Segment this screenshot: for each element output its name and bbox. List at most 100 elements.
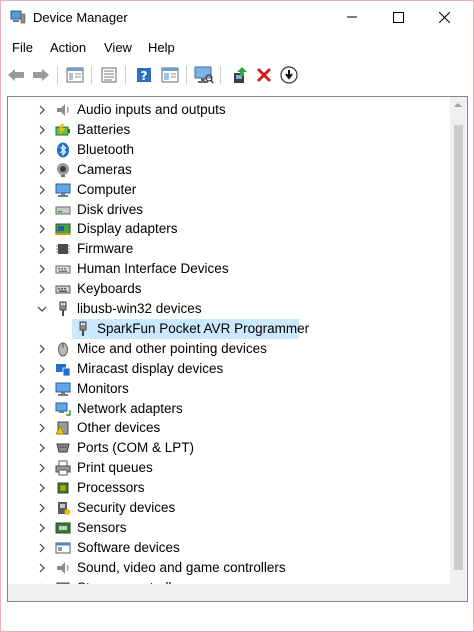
chevron-right-icon[interactable] [36,502,48,514]
chevron-right-icon[interactable] [36,422,48,434]
scroll-up-icon[interactable] [454,103,462,107]
tree-child-item[interactable]: SparkFun Pocket AVR Programmer [8,318,455,339]
device-view-icon [161,67,179,83]
chevron-right-icon[interactable] [36,363,48,375]
chevron-right-icon[interactable] [36,482,48,494]
tree-item-label: Security devices [77,500,176,515]
uninstall-button[interactable] [253,64,275,86]
chevron-right-icon[interactable] [36,522,48,534]
chevron-right-icon[interactable] [36,104,48,116]
chevron-right-icon[interactable] [36,184,48,196]
tree-category-item[interactable]: Network adapters [8,399,455,419]
tree-category-item[interactable]: Keyboards [8,279,455,299]
chevron-right-icon[interactable] [36,283,48,295]
device-list-button[interactable] [98,64,120,86]
chevron-right-icon[interactable] [36,164,48,176]
disable-button[interactable] [278,64,300,86]
tree-item-label: Ports (COM & LPT) [77,440,195,456]
tree-category-item[interactable]: Human Interface Devices [8,259,455,279]
svg-text:?: ? [141,69,148,83]
horizontal-scrollbar[interactable] [8,584,452,601]
maximize-button[interactable] [375,1,421,33]
camera-icon [57,162,69,177]
tree-category-item[interactable]: Security devices [8,498,455,518]
back-button[interactable] [5,64,27,86]
tree-category-item[interactable]: Computer [8,180,455,200]
window-title: Device Manager [33,10,128,25]
tree-category-item[interactable]: Mice and other pointing devices [8,339,455,359]
chevron-right-icon[interactable] [36,263,48,275]
chevron-right-icon[interactable] [36,204,48,216]
forward-button[interactable] [30,64,52,86]
tree-category-item[interactable]: Other devices [8,418,455,438]
tree-item-label: Other devices [77,420,161,436]
help-button[interactable]: ? [133,64,155,86]
disk-icon [55,206,71,214]
toolbar: ? [1,61,473,89]
chevron-right-icon[interactable] [36,403,48,415]
tree-category-item[interactable]: Miracast display devices [8,359,455,379]
device-view-button[interactable] [159,64,181,86]
miracast-icon [56,363,71,377]
chevron-right-icon[interactable] [36,243,48,255]
title-bar[interactable]: Device Manager [1,1,473,35]
computer-icon [55,183,71,197]
scrollbar-corner [450,584,467,601]
chevron-right-icon[interactable] [36,223,48,235]
close-button[interactable] [421,1,467,33]
chevron-right-icon[interactable] [36,383,48,395]
other-device-icon [55,421,69,435]
sensor-icon [55,522,71,534]
tree-item-label: Keyboards [77,281,142,297]
tree-category-item[interactable]: Sensors [8,518,455,538]
vertical-scrollbar[interactable] [450,97,467,586]
battery-icon [55,123,70,136]
tree-category-item[interactable]: Disk drives [8,200,455,220]
vertical-scroll-thumb[interactable] [454,125,463,570]
menu-file[interactable]: File [12,40,33,55]
properties-view-button[interactable] [64,64,86,86]
maximize-icon [392,11,404,23]
menu-help[interactable]: Help [148,40,175,55]
chevron-right-icon[interactable] [36,144,48,156]
menu-view[interactable]: View [104,40,132,55]
chevron-down-icon[interactable] [36,303,48,315]
mouse-icon [58,342,68,357]
chevron-right-icon[interactable] [36,542,48,554]
tree-category-item[interactable]: Sound, video and game controllers [8,558,455,578]
device-list-icon [101,67,117,83]
tree-category-item[interactable]: Processors [8,478,455,498]
chevron-right-icon[interactable] [36,124,48,136]
minimize-icon [347,16,357,18]
device-tree[interactable]: Audio inputs and outputs Batteries Bluetoo… [7,96,468,602]
tree-item-label: Software devices [77,539,180,555]
tree-category-item[interactable]: libusb-win32 devices [8,299,455,319]
keyboard-icon [55,285,71,294]
tree-category-item[interactable]: Software devices [8,538,455,558]
tree-category-item[interactable]: Audio inputs and outputs [8,100,455,120]
minimize-button[interactable] [329,1,375,33]
tree-category-item[interactable]: Display adapters [8,219,455,239]
tree-category-item[interactable]: Firmware [8,239,455,259]
tree-item-label: libusb-win32 devices [77,301,202,316]
tree-category-item[interactable]: Cameras [8,160,455,180]
tree-item-label: Sensors [77,519,127,535]
chevron-right-icon[interactable] [36,562,48,574]
back-icon [8,69,24,81]
tree-item-label: Firmware [77,241,134,257]
menu-action[interactable]: Action [50,40,86,55]
software-device-icon [55,542,71,554]
tree-category-item[interactable]: Batteries [8,120,455,140]
tree-category-item[interactable]: Monitors [8,379,455,399]
update-driver-button[interactable] [229,64,251,86]
chevron-right-icon[interactable] [36,442,48,454]
forward-icon [33,69,49,81]
tree-category-item[interactable]: Print queues [8,458,455,478]
tree-category-item[interactable]: Ports (COM & LPT) [8,438,455,458]
chevron-right-icon[interactable] [36,462,48,474]
chevron-right-icon[interactable] [36,343,48,355]
tree-item-label: Human Interface Devices [77,261,229,277]
scan-hardware-button[interactable] [193,64,215,86]
tree-category-item[interactable]: Bluetooth [8,140,455,160]
monitor-icon [55,382,71,396]
